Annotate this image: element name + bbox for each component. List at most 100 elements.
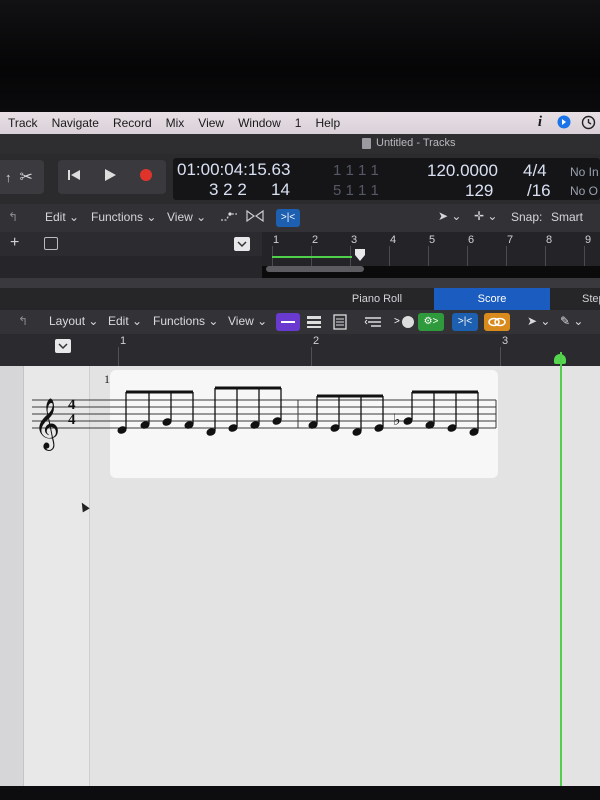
midi-in-label: No In	[570, 165, 599, 179]
region-strip	[272, 256, 352, 258]
play-button[interactable]	[102, 167, 118, 188]
skip-back-icon	[68, 170, 80, 180]
tracks-functions-menu[interactable]: Functions ⌄	[91, 210, 156, 224]
score-pointer-tool[interactable]: ➤ ⌄	[527, 314, 550, 328]
add-track-icon[interactable]: +	[10, 234, 19, 252]
shield-status-icon[interactable]	[556, 114, 572, 130]
smpte-time: 01:00:04:15.63	[177, 160, 291, 179]
track-list-header: +	[0, 232, 262, 256]
info-icon[interactable]: i	[532, 114, 548, 130]
ruler-bar-8: 8	[546, 234, 553, 246]
page-view-icon[interactable]	[304, 313, 324, 331]
ruler-bar-6: 6	[468, 234, 475, 246]
menu-record[interactable]: Record	[105, 116, 158, 130]
time-signature-bottom: 4	[68, 412, 76, 428]
tracks-toolbar: ↰ Edit ⌄ Functions ⌄ View ⌄ >|< ➤ ⌄ ✛ ⌄ …	[0, 204, 600, 232]
score-functions-menu[interactable]: Functions ⌄	[153, 314, 218, 328]
up-arrow-icon: ↑	[5, 169, 12, 185]
score-layout-label: Layout	[49, 314, 86, 328]
score-sets-icon[interactable]	[330, 313, 350, 331]
scissors-icon: ✂	[19, 169, 33, 186]
monitor-bezel-bottom	[0, 786, 600, 800]
monitor-bezel-top	[0, 0, 600, 112]
score-ruler-3: 3	[502, 335, 509, 347]
score-ruler[interactable]: 1 2 3	[0, 334, 600, 366]
menu-view[interactable]: View	[190, 116, 230, 130]
time-machine-icon[interactable]	[580, 114, 596, 130]
ruler-bar-5: 5	[429, 234, 436, 246]
menu-mix[interactable]: Mix	[158, 116, 191, 130]
tempo-value[interactable]: 120.0000	[427, 161, 498, 181]
snap-value[interactable]: Smart	[551, 210, 583, 224]
tracks-view-menu[interactable]: View ⌄	[167, 210, 206, 224]
ruler-bar-2: 2	[312, 234, 319, 246]
tracks-ruler[interactable]: 1 2 3 4 5 6 7 8 9	[262, 232, 600, 266]
flex-icon[interactable]	[246, 209, 264, 226]
catch-playhead-button[interactable]: >|<	[276, 209, 300, 227]
division[interactable]: /16	[527, 181, 551, 201]
treble-clef-icon: 𝄞	[34, 398, 60, 451]
window-title: Untitled - Tracks	[376, 137, 456, 149]
pointer-tool-menu[interactable]: ➤ ⌄	[438, 209, 461, 223]
window-title-bar: Untitled - Tracks	[0, 134, 600, 154]
right-locator: 5 1 1 1	[333, 182, 379, 199]
midi-out-label: No O	[570, 184, 599, 198]
tempo-secondary: 129	[465, 181, 494, 200]
transport-controls	[58, 160, 166, 194]
time-signature-top: 4	[68, 397, 76, 413]
tracks-area	[0, 256, 262, 278]
tab-step[interactable]: Step	[552, 288, 600, 310]
score-catch-button[interactable]: >|<	[452, 313, 478, 331]
position-ticks: 14	[271, 180, 290, 199]
tab-piano-roll[interactable]: Piano Roll	[320, 288, 434, 310]
score-edit-label: Edit	[108, 314, 129, 328]
snap-label: Snap:	[511, 210, 543, 224]
playhead-marker-icon[interactable]	[355, 248, 365, 261]
global-tracks-icon[interactable]	[234, 237, 250, 251]
menu-1[interactable]: 1	[287, 116, 308, 130]
score-editor[interactable]: 𝄞 ♭ 1 4 4	[0, 352, 600, 786]
linear-view-button[interactable]	[276, 313, 300, 331]
cycle-range[interactable]	[266, 266, 364, 272]
editor-divider[interactable]	[0, 278, 600, 288]
duplicate-track-icon[interactable]	[44, 237, 58, 250]
ruler-bar-3: 3	[351, 234, 358, 246]
score-view-menu[interactable]: View ⌄	[228, 314, 267, 328]
score-local-menu-icon[interactable]	[55, 339, 71, 353]
lcd-display[interactable]: 01:00:04:15.63 3 2 2 14 1 1 1 1 5 1 1 1 …	[173, 158, 600, 200]
midi-out-button[interactable]: > ⚙>	[392, 313, 444, 331]
menu-bar: Track Navigate Record Mix View Window 1 …	[0, 112, 600, 134]
score-back-icon[interactable]: ↰	[18, 314, 28, 328]
tracks-edit-label: Edit	[45, 210, 66, 224]
document-icon	[362, 137, 371, 149]
score-edit-menu[interactable]: Edit ⌄	[108, 314, 142, 328]
score-layout-menu[interactable]: Layout ⌄	[49, 314, 98, 328]
menu-window[interactable]: Window	[230, 116, 287, 130]
tab-score[interactable]: Score	[434, 288, 550, 310]
flat-accidental-icon: ♭	[393, 410, 401, 429]
score-ruler-2: 2	[313, 335, 320, 347]
score-functions-label: Functions	[153, 314, 206, 328]
menu-navigate[interactable]: Navigate	[44, 116, 105, 130]
time-signature[interactable]: 4/4	[523, 161, 547, 181]
score-pencil-tool[interactable]: ✎ ⌄	[560, 314, 583, 328]
automation-icon[interactable]	[220, 209, 238, 226]
menu-help[interactable]: Help	[307, 116, 346, 130]
go-to-beginning-button[interactable]	[66, 167, 82, 188]
filter-icon[interactable]	[362, 313, 384, 331]
tracks-functions-label: Functions	[91, 210, 144, 224]
play-icon	[105, 169, 116, 181]
playhead-line[interactable]	[560, 352, 562, 786]
score-view-label: View	[228, 314, 254, 328]
tracks-view-label: View	[167, 210, 193, 224]
record-button[interactable]	[138, 167, 154, 188]
crosshair-tool-menu[interactable]: ✛ ⌄	[474, 209, 497, 223]
menu-track[interactable]: Track	[0, 116, 44, 130]
link-button[interactable]	[484, 313, 510, 331]
score-toolbar: ↰ Layout ⌄ Edit ⌄ Functions ⌄ View ⌄ > ⚙…	[0, 310, 600, 334]
left-locator: 1 1 1 1	[333, 162, 379, 179]
back-arrow-icon[interactable]: ↰	[8, 210, 18, 224]
tracks-edit-menu[interactable]: Edit ⌄	[45, 210, 79, 224]
ruler-bar-9: 9	[585, 234, 592, 246]
scissors-tool-button[interactable]: ↑ ✂	[0, 160, 44, 194]
